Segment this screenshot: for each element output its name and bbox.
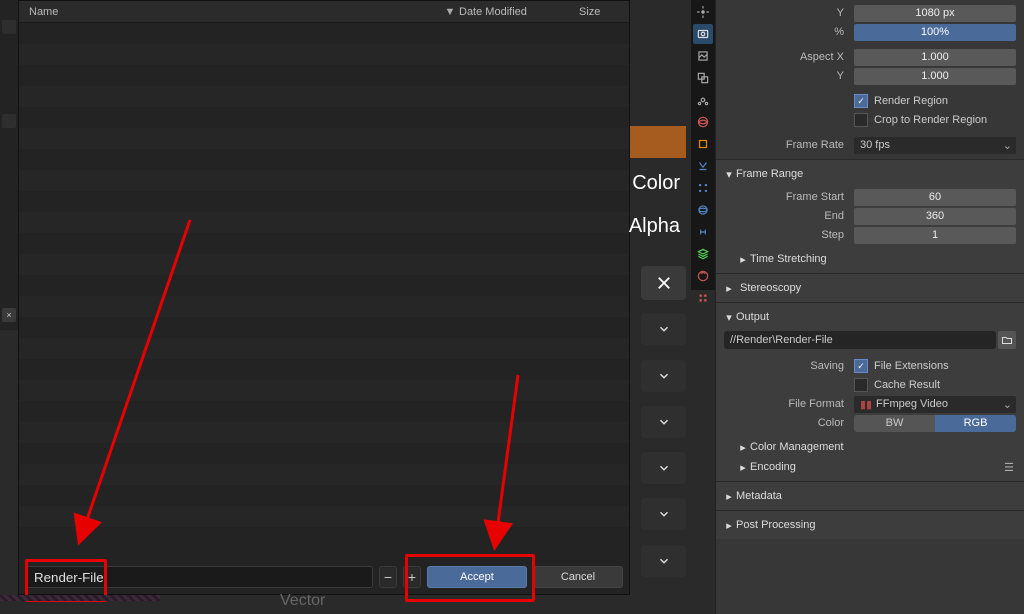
aspect-y-field[interactable]: 1.000 [854,68,1016,85]
socket-label-color: Color [632,172,680,195]
res-y-label: Y [724,7,854,19]
close-thumb-icon[interactable]: × [2,308,16,322]
sort-indicator-icon[interactable]: ▼ [441,6,459,18]
res-pct-slider[interactable]: 100% [854,24,1016,41]
file-ext-checkbox[interactable] [854,359,868,373]
section-metadata[interactable]: ▸Metadata [716,486,1024,506]
aspect-y-label: Y [724,70,854,82]
section-color-management[interactable]: ▸Color Management [716,437,1024,457]
node-header-bar [630,126,686,158]
frame-end-field[interactable]: 360 [854,208,1016,225]
socket-label-alpha: Alpha [629,215,680,238]
frame-step-field[interactable]: 1 [854,227,1016,244]
section-post-processing[interactable]: ▸Post Processing [716,515,1024,535]
file-list-header: Name ▼ Date Modified Size [19,1,629,23]
properties-panel: Y1080 px %100% Aspect X1.000 Y1.000 Rend… [715,0,1024,614]
col-date-header[interactable]: Date Modified [459,6,579,18]
close-panel-button[interactable] [641,266,686,300]
scene-tab-icon[interactable] [693,90,713,110]
output-path-input[interactable]: //Render\Render-File [724,331,996,349]
file-list[interactable] [19,23,629,561]
disclosure-right-icon: ▸ [736,461,750,474]
disclosure-right-icon: ▸ [722,519,736,532]
section-encoding[interactable]: ▸Encoding☰ [716,457,1024,477]
expand-row-6[interactable] [641,545,686,577]
expand-row-3[interactable] [641,406,686,438]
frame-start-field[interactable]: 60 [854,189,1016,206]
video-file-icon: ▮▮ [860,398,872,411]
expand-row-1[interactable] [641,313,686,345]
pct-label: % [724,26,854,38]
color-rgb-button[interactable]: RGB [935,415,1016,432]
chevron-down-icon: ⌄ [1003,139,1012,152]
col-name-header[interactable]: Name [19,6,441,18]
file-format-label: File Format [724,398,854,410]
timeline-strip [0,595,160,601]
frame-step-label: Step [724,229,854,241]
crop-region-checkbox[interactable] [854,113,868,127]
expand-row-2[interactable] [641,360,686,392]
color-bw-button[interactable]: BW [854,415,935,432]
expand-row-5[interactable] [641,498,686,530]
properties-tab-rail [691,0,715,290]
particles-tab-icon[interactable] [693,178,713,198]
file-ext-label: File Extensions [874,360,949,372]
expand-row-4[interactable] [641,452,686,484]
aspect-x-field[interactable]: 1.000 [854,49,1016,66]
section-time-stretching[interactable]: ▸Time Stretching [716,249,1024,269]
frame-start-label: Frame Start [724,191,854,203]
object-tab-icon[interactable] [693,134,713,154]
disclosure-down-icon: ▾ [722,168,736,181]
chevron-down-icon: ⌄ [1003,398,1012,411]
increment-button[interactable]: + [403,566,421,588]
left-thumbnail-rail: × [0,0,18,330]
cancel-button[interactable]: Cancel [533,566,623,588]
constraint-tab-icon[interactable] [693,222,713,242]
section-stereoscopy[interactable]: ▸Stereoscopy [716,278,1024,298]
file-format-dropdown[interactable]: ▮▮FFmpeg Video⌄ [854,396,1016,413]
render-tab-icon[interactable] [693,24,713,44]
browse-folder-icon[interactable] [998,331,1016,349]
color-mode-label: Color [724,417,854,429]
section-output[interactable]: ▾Output [716,307,1024,327]
res-y-field[interactable]: 1080 px [854,5,1016,22]
disclosure-right-icon: ▸ [722,490,736,503]
thumb-placeholder [2,114,16,128]
thumb-placeholder [2,20,16,34]
world-tab-icon[interactable] [693,112,713,132]
disclosure-right-icon: ▸ [736,441,750,454]
disclosure-right-icon: ▸ [722,282,736,295]
cache-result-checkbox[interactable] [854,378,868,392]
frame-end-label: End [724,210,854,222]
filename-input[interactable] [25,566,373,588]
frame-rate-dropdown[interactable]: 30 fps⌄ [854,137,1016,154]
output-tab-icon[interactable] [693,46,713,66]
node-panel-peek: Color Alpha [630,0,686,614]
physics-tab-icon[interactable] [693,200,713,220]
file-browser-footer: − + Accept Cancel [19,560,629,594]
section-frame-range[interactable]: ▾Frame Range [716,164,1024,184]
disclosure-right-icon: ▸ [736,253,750,266]
data-tab-icon[interactable] [693,244,713,264]
tool-tab-icon[interactable] [693,2,713,22]
modifier-tab-icon[interactable] [693,156,713,176]
render-region-label: Render Region [874,95,948,107]
accept-button[interactable]: Accept [427,566,527,588]
saving-label: Saving [724,360,854,372]
disclosure-down-icon: ▾ [722,311,736,324]
frame-rate-label: Frame Rate [724,139,854,151]
col-size-header[interactable]: Size [579,6,629,18]
aspect-x-label: Aspect X [724,51,854,63]
underlying-vector-label: Vector [280,592,325,610]
decrement-button[interactable]: − [379,566,397,588]
viewlayer-tab-icon[interactable] [693,68,713,88]
cache-result-label: Cache Result [874,379,940,391]
file-browser: Name ▼ Date Modified Size − + Accept Can… [18,0,630,595]
texture-tab-icon[interactable] [693,288,713,308]
crop-region-label: Crop to Render Region [874,114,987,126]
options-icon[interactable]: ☰ [1004,461,1024,474]
material-tab-icon[interactable] [693,266,713,286]
render-region-checkbox[interactable] [854,94,868,108]
